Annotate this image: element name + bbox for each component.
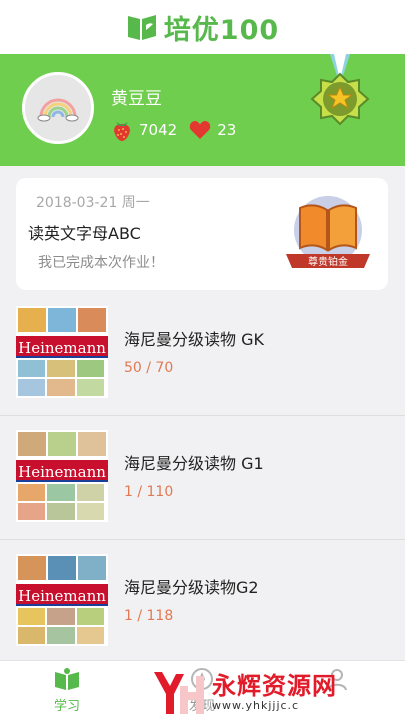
book-logo-icon: [127, 15, 156, 40]
book-progress: 1 / 118: [124, 608, 174, 624]
book-item[interactable]: Heinemann 海尼曼分级读物G2 1 / 118: [0, 540, 405, 664]
homework-status: 我已完成本次作业！: [38, 255, 164, 271]
book-item[interactable]: Heinemann 海尼曼分级读物 G1 1 / 110: [0, 416, 405, 540]
likes-value: 23: [217, 121, 237, 139]
book-progress: 1 / 110: [124, 484, 174, 500]
watermark-text: 永辉资源网: [212, 671, 337, 700]
learn-book-icon: [55, 668, 79, 690]
watermark-url: www.yhkjjjc.c: [212, 698, 300, 712]
profile-stats: 7042 23: [111, 118, 248, 142]
app-header: 培优100: [0, 0, 405, 54]
likes-stat: 23: [189, 120, 236, 140]
homework-date: 2018-03-21 周一: [36, 195, 150, 211]
watermark: 永辉资源网 www.yhkjjjc.c: [150, 664, 400, 720]
homework-title: 读英文字母ABC: [28, 224, 141, 243]
avatar[interactable]: [22, 72, 94, 144]
nav-learn-tab[interactable]: 学习: [22, 667, 112, 714]
book-cover: Heinemann: [16, 306, 108, 398]
rainbow-icon: [37, 98, 79, 122]
book-title: 海尼曼分级读物 G1: [124, 454, 264, 473]
strawberry-icon: [114, 122, 130, 141]
book-item[interactable]: Heinemann 海尼曼分级读物 GK 50 / 70: [0, 292, 405, 416]
book-cover: Heinemann: [16, 554, 108, 646]
platinum-book-badge-icon: 尊贵铂金: [286, 196, 370, 268]
profile-banner: 黄豆豆 7042 23: [0, 54, 405, 166]
app-logo: 培优100: [126, 8, 279, 47]
book-cover: Heinemann: [16, 430, 108, 522]
cover-label: Heinemann: [16, 582, 108, 606]
points-value: 7042: [139, 121, 178, 139]
app-title: 培优100: [163, 14, 280, 46]
watermark-logo-icon: [154, 672, 204, 714]
book-progress: 50 / 70: [124, 360, 174, 376]
badge-label: 尊贵铂金: [308, 255, 348, 268]
heart-icon: [189, 121, 211, 139]
cover-label: Heinemann: [16, 458, 108, 482]
medal-icon[interactable]: [297, 54, 383, 154]
username: 黄豆豆: [111, 89, 162, 109]
book-title: 海尼曼分级读物G2: [124, 578, 259, 597]
cover-label: Heinemann: [16, 334, 108, 358]
points-stat: 7042: [111, 118, 177, 142]
homework-card[interactable]: 2018-03-21 周一 读英文字母ABC 我已完成本次作业！ 尊贵铂金: [16, 178, 388, 290]
book-title: 海尼曼分级读物 GK: [124, 330, 264, 349]
nav-learn-label: 学习: [53, 699, 80, 714]
